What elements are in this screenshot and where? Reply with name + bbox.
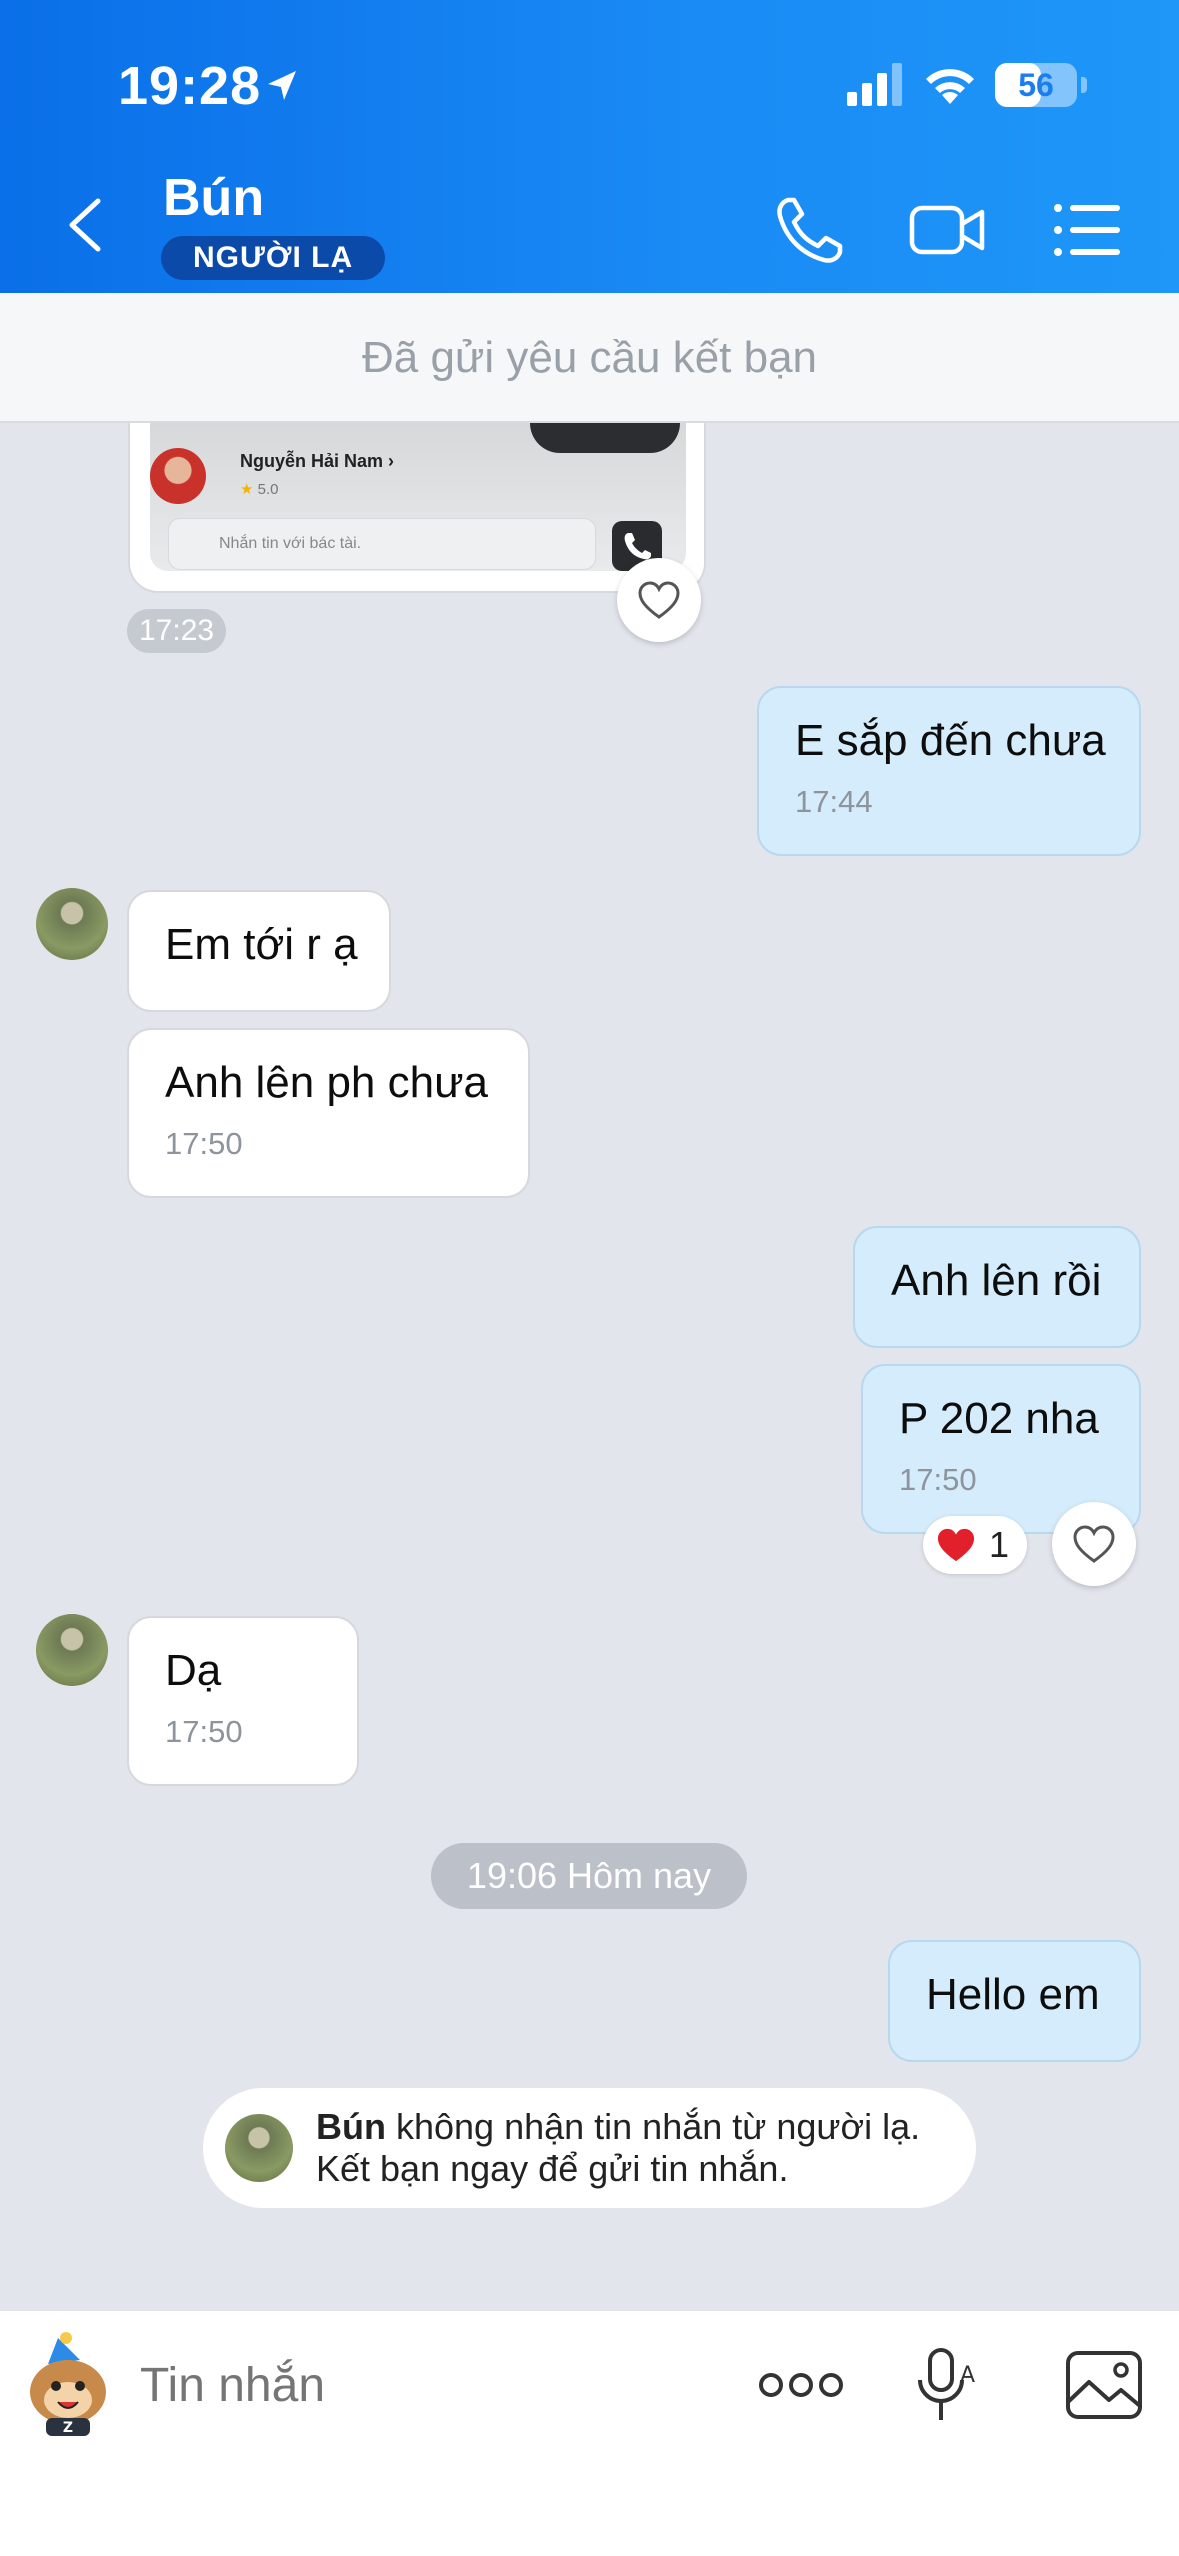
message-bubble-in[interactable]: Dạ 17:50 [127, 1616, 359, 1786]
driver-avatar [150, 448, 206, 504]
react-heart-button[interactable] [1052, 1502, 1136, 1586]
battery-icon: 56 [995, 63, 1077, 107]
message-time: 17:50 [899, 1462, 977, 1497]
composer-bar [0, 2310, 1179, 2556]
heart-filled-icon [937, 1528, 975, 1562]
notice-text: Bún không nhận tin nhắn từ người lạ. Kết… [316, 2106, 920, 2190]
driver-rating: ★ 5.0 [240, 481, 279, 498]
wifi-icon [926, 69, 974, 104]
notice-name: Bún [316, 2106, 386, 2147]
notice-line1: không nhận tin nhắn từ người lạ. [385, 2106, 921, 2147]
message-bubble-out[interactable]: Anh lên rồi [853, 1226, 1141, 1348]
message-text: Hello em [926, 1970, 1100, 2019]
car-image [530, 423, 680, 453]
contact-avatar[interactable] [36, 888, 108, 960]
chat-header: 19:28 56 Bún NGƯỜI LẠ [0, 0, 1179, 293]
reaction-count: 1 [989, 1524, 1010, 1565]
message-time: 17:50 [165, 1714, 243, 1749]
message-bubble-out[interactable]: Hello em [888, 1940, 1141, 2062]
back-chevron-icon[interactable] [60, 195, 110, 255]
message-time: 17:50 [165, 1126, 243, 1161]
react-heart-button[interactable] [617, 558, 701, 642]
video-call-icon[interactable] [908, 190, 988, 270]
voice-call-icon[interactable] [770, 190, 850, 270]
notice-line2: Kết bạn ngay để gửi tin nhắn. [316, 2148, 789, 2189]
card-message-field: Nhắn tin với bác tài. [168, 518, 596, 570]
card-timestamp: 17:23 [127, 609, 227, 653]
sticker-icon[interactable]: Z [18, 2330, 118, 2438]
driver-name: Nguyễn Hải Nam › [240, 451, 395, 471]
battery-tip [1081, 77, 1087, 93]
stranger-notice: Bún không nhận tin nhắn từ người lạ. Kết… [203, 2088, 976, 2208]
cellular-signal-icon [847, 63, 902, 106]
message-text: Em tới r ạ [165, 920, 358, 969]
contact-avatar[interactable] [36, 1614, 108, 1686]
svg-text:A: A [960, 2363, 975, 2388]
voice-to-text-icon[interactable]: A [916, 2346, 976, 2426]
message-input[interactable] [140, 2352, 720, 2418]
more-options-icon[interactable] [758, 2360, 844, 2410]
date-divider: 19:06 Hôm nay [431, 1843, 747, 1909]
battery-percent: 56 [1018, 67, 1054, 103]
message-text: E sắp đến chưa [795, 716, 1106, 765]
svg-text:Z: Z [63, 2420, 73, 2436]
message-bubble-out[interactable]: E sắp đến chưa 17:44 [757, 686, 1141, 856]
image-picker-icon[interactable] [1065, 2350, 1143, 2420]
message-text: Anh lên ph chưa [165, 1058, 489, 1107]
heart-outline-icon [638, 581, 680, 619]
friend-request-status: Đã gửi yêu cầu kết bạn [0, 293, 1179, 423]
message-text: Dạ [165, 1646, 222, 1695]
reaction-summary[interactable]: 1 [923, 1516, 1027, 1574]
status-time: 19:28 [118, 56, 262, 116]
contact-name[interactable]: Bún [163, 168, 264, 228]
message-text: Anh lên rồi [891, 1256, 1102, 1305]
heart-outline-icon [1073, 1525, 1115, 1563]
message-time: 17:44 [795, 784, 873, 819]
stranger-badge: NGƯỜI LẠ [161, 236, 386, 280]
message-text: P 202 nha [899, 1394, 1099, 1443]
notice-avatar [225, 2114, 293, 2182]
location-arrow-icon [268, 71, 296, 100]
options-menu-icon[interactable] [1048, 190, 1128, 270]
message-bubble-in[interactable]: Em tới r ạ [127, 890, 391, 1012]
message-bubble-in[interactable]: Anh lên ph chưa 17:50 [127, 1028, 530, 1198]
